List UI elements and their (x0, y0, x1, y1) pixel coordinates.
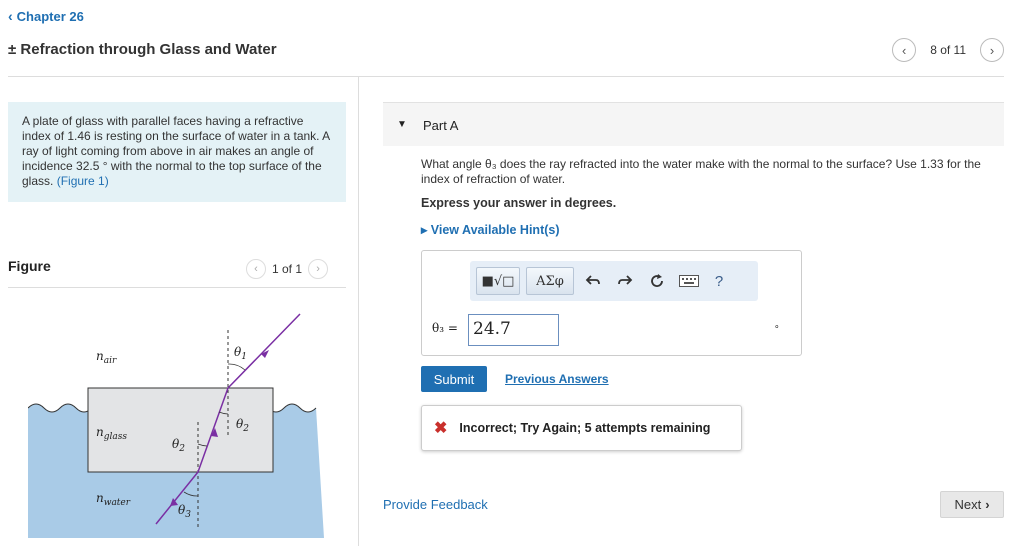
figure-heading: Figure (8, 258, 51, 274)
math-toolbar: ■√□ ΑΣφ ? (470, 261, 758, 301)
item-pager: ‹ 8 of 11 › (892, 38, 1004, 62)
previous-item-button[interactable]: ‹ (892, 38, 917, 62)
templates-button[interactable]: ■√□ (476, 267, 520, 295)
caret-right-icon: ▸ (421, 223, 428, 237)
provide-feedback-link[interactable]: Provide Feedback (383, 497, 488, 512)
question-text: What angle θ₃ does the ray refracted int… (421, 157, 981, 186)
figure-pager-text: 1 of 1 (272, 262, 303, 276)
next-figure-button[interactable]: › (308, 259, 329, 279)
answer-input[interactable]: 24.7 (468, 314, 559, 346)
back-to-chapter-link[interactable]: ‹ Chapter 26 (8, 8, 84, 24)
keyboard-icon[interactable] (676, 267, 702, 295)
unit-label: ∘ (774, 321, 780, 331)
greek-symbols-button[interactable]: ΑΣφ (526, 267, 574, 295)
previous-answers-link[interactable]: Previous Answers (505, 372, 609, 386)
pager-text: 8 of 11 (930, 43, 966, 57)
redo-icon[interactable] (612, 267, 638, 295)
figure-divider (8, 287, 346, 288)
problem-statement: A plate of glass with parallel faces hav… (8, 102, 346, 202)
theta1-arc (227, 363, 246, 371)
answer-box: ■√□ ΑΣφ ? θ₃ = 24.7 ∘ (421, 250, 802, 356)
reset-icon[interactable] (644, 267, 670, 295)
chevron-right-icon: › (985, 497, 990, 512)
chevron-left-icon: ‹ (254, 263, 258, 275)
next-label: Next (954, 497, 982, 512)
feedback-text: Incorrect; Try Again; 5 attempts remaini… (459, 421, 711, 435)
undo-icon[interactable] (580, 267, 606, 295)
next-item-button[interactable]: › (980, 38, 1004, 62)
column-divider (358, 76, 359, 546)
header-divider (8, 76, 1004, 77)
figure-link[interactable]: (Figure 1) (57, 174, 109, 188)
ray-arrow-1 (261, 350, 269, 358)
answer-variable-label: θ₃ = (432, 321, 458, 335)
chevron-left-icon: ‹ (8, 8, 13, 24)
chevron-right-icon: › (316, 263, 320, 275)
figure-pager: ‹ 1 of 1 › (246, 259, 329, 279)
view-hints-link[interactable]: ▸ View Available Hint(s) (421, 222, 560, 237)
answer-instructions: Express your answer in degrees. (421, 196, 617, 210)
answer-feedback: ✖ Incorrect; Try Again; 5 attempts remai… (421, 405, 742, 451)
part-a-header[interactable]: ▼ Part A (383, 102, 1004, 146)
back-link-label: Chapter 26 (16, 8, 84, 24)
previous-figure-button[interactable]: ‹ (246, 259, 266, 279)
chevron-left-icon: ‹ (902, 42, 907, 58)
refraction-figure: nair nglass nwater θ1 θ2 θ2 θ3 (28, 313, 324, 538)
part-a-label: Part A (423, 118, 459, 133)
n-air-label: nair (96, 349, 117, 366)
help-button[interactable]: ? (708, 267, 730, 295)
chevron-right-icon: › (989, 42, 995, 58)
page-title: ± Refraction through Glass and Water (8, 41, 277, 58)
caret-down-icon: ▼ (397, 119, 407, 130)
submit-button[interactable]: Submit (421, 366, 487, 392)
next-button[interactable]: Next › (940, 491, 1004, 518)
incorrect-x-icon: ✖ (434, 420, 448, 437)
hints-label: View Available Hint(s) (430, 223, 560, 237)
theta1-label: θ1 (234, 345, 247, 362)
